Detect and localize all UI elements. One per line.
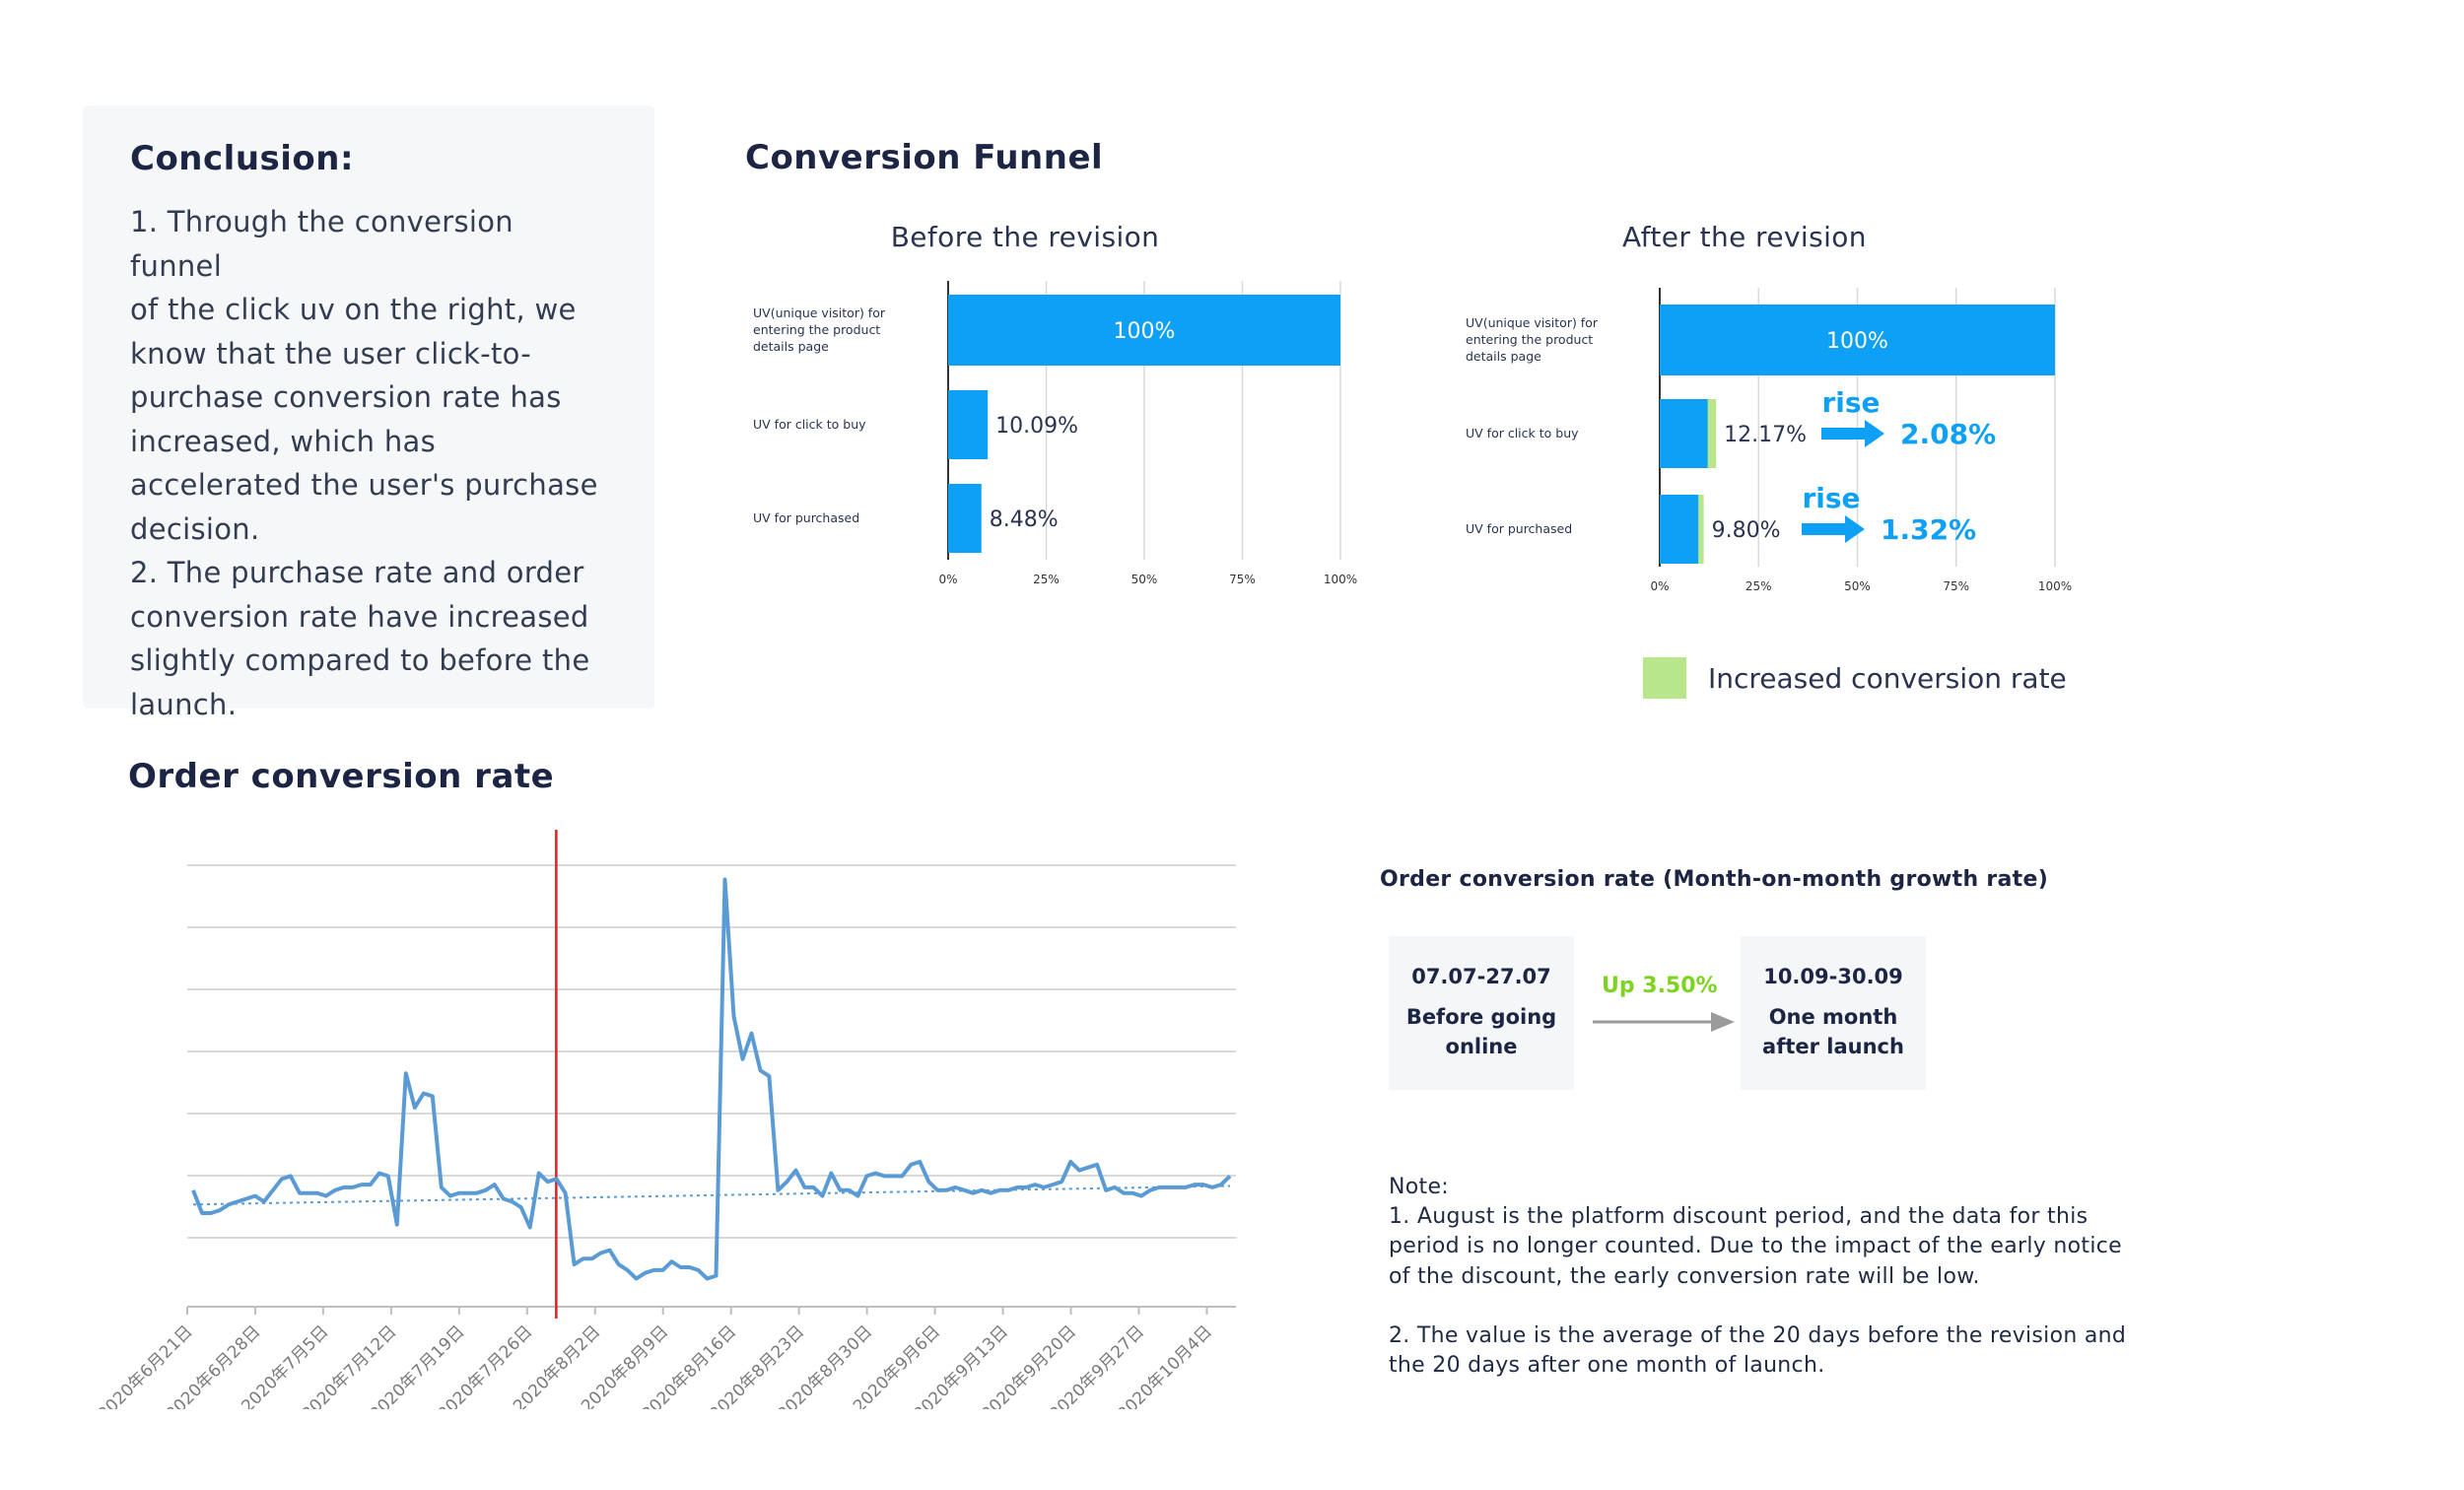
- conclusion-title: Conclusion:: [130, 139, 355, 178]
- note-block: Note: 1. August is the platform discount…: [1389, 1173, 2157, 1381]
- conclusion-line: 2. The purchase rate and order: [130, 556, 584, 589]
- legend-label: Increased conversion rate: [1708, 661, 2067, 695]
- growth-change-label: Up 3.50%: [1602, 974, 1718, 998]
- funnel-tick-label: 0%: [938, 573, 957, 586]
- after-funnel-chart: 0% 25% 50% 75% 100% UV(unique visitor) for ent…: [1466, 288, 2072, 593]
- conclusion-line: increased, which has: [130, 424, 437, 458]
- funnel-category-label: details page: [753, 339, 829, 354]
- funnel-value-label: 9.80%: [1712, 518, 1781, 543]
- line-chart-title: Order conversion rate: [128, 757, 555, 796]
- funnel-category-label: details page: [1466, 349, 1541, 364]
- funnel-value-label: 8.48%: [990, 508, 1059, 532]
- funnel-category-label: UV for click to buy: [753, 417, 866, 432]
- funnel-tick-label: 100%: [1324, 573, 1357, 586]
- funnel-tick-label: 75%: [1943, 579, 1969, 593]
- conclusion-line: know that the user click-to-: [130, 336, 532, 371]
- funnel-bar: [1660, 495, 1699, 564]
- conclusion-text: 1. Through the conversion funnel of the …: [130, 200, 607, 726]
- funnel-title: Conversion Funnel: [745, 138, 1104, 177]
- funnel-category-label: entering the product: [1466, 332, 1593, 347]
- funnel-category-label: entering the product: [753, 322, 880, 337]
- growth-title: Order conversion rate (Month-on-month gr…: [1380, 867, 2049, 892]
- rise-label: rise: [1821, 386, 1880, 419]
- conclusion-card: Conclusion: 1. Through the conversion fu…: [83, 105, 654, 721]
- after-period-label: after launch: [1762, 1035, 1904, 1058]
- funnel-tick-label: 50%: [1844, 579, 1871, 593]
- conclusion-line: accelerated the user's purchase: [130, 468, 598, 502]
- funnel-value-label: 12.17%: [1724, 423, 1807, 447]
- conclusion-line: slightly compared to before the: [130, 643, 590, 677]
- growth-arrow-icon: [1593, 1012, 1735, 1032]
- funnel-category-label: UV(unique visitor) for: [1466, 315, 1599, 330]
- note-paragraph-2: 2. The value is the average of the 20 da…: [1389, 1322, 2127, 1379]
- funnel-value-label: 100%: [1826, 329, 1888, 354]
- funnel-category-label: UV(unique visitor) for: [753, 305, 886, 320]
- after-chart-title: After the revision: [1622, 221, 1867, 253]
- legend: Increased conversion rate: [1643, 657, 2067, 699]
- funnel-value-label: 100%: [1114, 319, 1176, 344]
- rise-arrow-icon: [1802, 515, 1865, 543]
- note-spacer: [1389, 1292, 2157, 1321]
- funnel-value-label: 10.09%: [995, 414, 1078, 439]
- funnel-tick-label: 100%: [2038, 579, 2072, 593]
- funnel-bar: [1660, 399, 1708, 468]
- conclusion-line: conversion rate have increased: [130, 599, 589, 634]
- rise-arrow-icon: [1821, 420, 1884, 447]
- rise-label: rise: [1802, 482, 1860, 514]
- funnel-increase-bar: [1707, 399, 1717, 468]
- note-paragraph-1: 1. August is the platform discount perio…: [1389, 1204, 2122, 1289]
- conclusion-line: purchase conversion rate has: [130, 380, 562, 414]
- conclusion-line: of the click uv on the right, we: [130, 293, 577, 326]
- note-heading: Note:: [1389, 1175, 1449, 1199]
- rise-value-label: 1.32%: [1881, 513, 1976, 546]
- funnel-category-label: UV for purchased: [1466, 521, 1572, 536]
- conclusion-line: launch.: [130, 687, 238, 721]
- before-period-label: online: [1445, 1035, 1518, 1058]
- conversion-rate-series: [191, 877, 1232, 1281]
- after-period-box: 10.09-30.09 One month after launch: [1741, 936, 1926, 1090]
- funnel-tick-label: 25%: [1745, 579, 1772, 593]
- before-chart-title: Before the revision: [890, 221, 1160, 253]
- after-period-label: One month: [1768, 1005, 1898, 1029]
- conclusion-line: 1. Through the conversion funnel: [130, 205, 513, 283]
- before-period-date: 07.07-27.07: [1411, 965, 1551, 988]
- conclusion-line: decision.: [130, 511, 260, 546]
- before-funnel-chart: 0% 25% 50% 75% 100% UV(unique visitor) for ent…: [753, 281, 1357, 586]
- before-period-box: 07.07-27.07 Before going online: [1389, 936, 1574, 1090]
- funnel-category-label: UV for purchased: [753, 510, 859, 525]
- funnel-tick-label: 0%: [1650, 579, 1669, 593]
- funnel-category-label: UV for click to buy: [1466, 426, 1579, 440]
- order-conversion-line-chart: 2020年6月21日2020年6月28日2020年7月5日2020年7月12日2…: [99, 830, 1236, 1409]
- funnel-tick-label: 50%: [1131, 573, 1158, 586]
- legend-swatch: [1643, 657, 1686, 699]
- after-period-date: 10.09-30.09: [1763, 965, 1903, 988]
- funnel-bar: [948, 390, 989, 459]
- before-period-label: Before going: [1405, 1005, 1557, 1029]
- rise-value-label: 2.08%: [1900, 418, 1996, 450]
- funnel-tick-label: 75%: [1229, 573, 1256, 586]
- funnel-increase-bar: [1698, 495, 1704, 564]
- funnel-tick-label: 25%: [1033, 573, 1060, 586]
- funnel-bar: [948, 484, 982, 553]
